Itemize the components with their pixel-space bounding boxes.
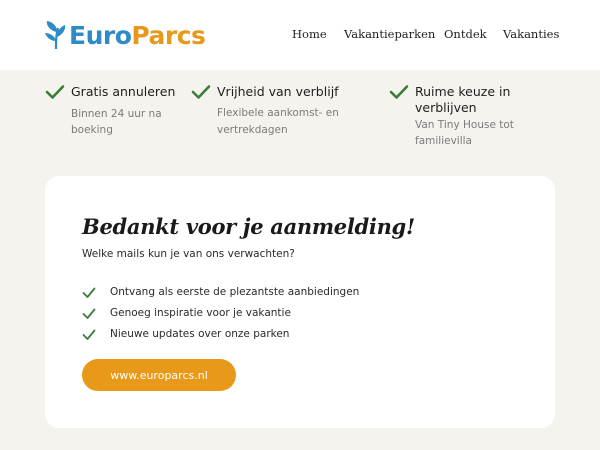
check-icon	[389, 85, 409, 99]
check-icon	[82, 308, 96, 319]
nav-home[interactable]: Home	[292, 27, 327, 41]
logo-text-euro: Euro	[69, 20, 132, 50]
logo-text-parcs: Parcs	[131, 20, 206, 50]
usp-subtitle-line: Binnen 24 uur na	[71, 108, 162, 120]
site-header: EuroParcs Home Vakantieparken Ontdek Vak…	[0, 0, 600, 70]
usp-subtitle-line: Van Tiny House tot	[415, 119, 514, 131]
usp-subtitle-line: boeking	[71, 124, 113, 136]
leaf-logo-icon	[45, 21, 66, 50]
usp-title: Vrijheid van verblijf	[217, 84, 339, 99]
nav-ontdek[interactable]: Ontdek	[444, 27, 487, 41]
benefit-text: Genoeg inspiratie voor je vakantie	[110, 307, 291, 319]
usp-title-line: verblijven	[415, 100, 477, 115]
check-icon	[82, 329, 96, 340]
nav-vakanties[interactable]: Vakanties	[503, 27, 559, 41]
nav-vakantieparken[interactable]: Vakantieparken	[344, 27, 435, 41]
europarcs-logo[interactable]: EuroParcs	[44, 18, 206, 52]
confirmation-title: Bedankt voor je aanmelding!	[82, 214, 415, 239]
check-icon	[45, 85, 65, 99]
check-icon	[82, 287, 96, 298]
website-button[interactable]: www.europarcs.nl	[82, 359, 236, 391]
usp-subtitle-line: Flexibele aankomst- en	[217, 107, 339, 119]
benefit-text: Ontvang als eerste de plezantste aanbied…	[110, 286, 360, 298]
usp-title: Gratis annuleren	[71, 84, 176, 99]
check-icon	[191, 85, 211, 99]
confirmation-card: Bedankt voor je aanmelding! Welke mails …	[45, 176, 555, 428]
usp-subtitle-line: vertrekdagen	[217, 124, 288, 136]
usp-title-line: Ruime keuze in	[415, 84, 511, 99]
confirmation-intro: Welke mails kun je van ons verwachten?	[82, 248, 295, 260]
benefit-text: Nieuwe updates over onze parken	[110, 328, 290, 340]
usp-subtitle-line: familievilla	[415, 135, 472, 147]
logo-wordmark: EuroParcs	[69, 20, 206, 50]
